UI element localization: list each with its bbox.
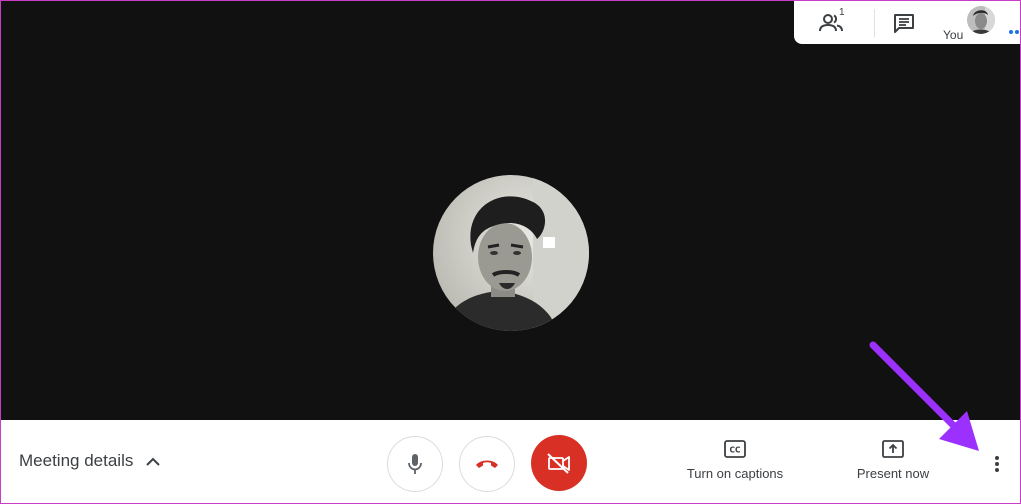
present-label: Present now bbox=[856, 466, 930, 481]
chat-button[interactable] bbox=[874, 9, 933, 37]
chevron-up-icon bbox=[146, 457, 161, 466]
self-view-tile[interactable]: You bbox=[939, 1, 1019, 44]
meet-window: 1 You Meeting details CC Turn on caption… bbox=[0, 0, 1021, 504]
captions-icon: CC bbox=[724, 440, 746, 458]
bottom-control-bar: Meeting details CC Turn on captions Pres… bbox=[1, 420, 1020, 503]
leave-call-button[interactable] bbox=[459, 436, 515, 492]
self-label: You bbox=[943, 28, 964, 42]
camera-toggle-button[interactable] bbox=[531, 435, 587, 491]
present-now-button[interactable]: Present now bbox=[843, 440, 943, 481]
self-options-dots[interactable] bbox=[1009, 30, 1019, 34]
camera-off-icon bbox=[547, 453, 570, 474]
meeting-details-label: Meeting details bbox=[19, 451, 134, 470]
meeting-details-button[interactable]: Meeting details bbox=[19, 446, 161, 476]
more-vertical-icon bbox=[995, 456, 999, 472]
self-avatar bbox=[967, 6, 995, 34]
microphone-icon bbox=[408, 454, 422, 474]
captions-button[interactable]: CC Turn on captions bbox=[673, 440, 797, 481]
captions-label: Turn on captions bbox=[686, 466, 784, 481]
participants-count: 1 bbox=[839, 7, 845, 18]
phone-hangup-icon bbox=[476, 460, 498, 468]
present-screen-icon bbox=[882, 440, 904, 458]
participant-avatar bbox=[433, 175, 589, 331]
more-options-button[interactable] bbox=[983, 448, 1011, 480]
chat-icon bbox=[894, 14, 914, 33]
participants-button[interactable]: 1 bbox=[804, 1, 858, 44]
svg-text:CC: CC bbox=[729, 446, 741, 455]
microphone-button[interactable] bbox=[387, 436, 443, 492]
top-right-panel: 1 You bbox=[794, 1, 1020, 44]
